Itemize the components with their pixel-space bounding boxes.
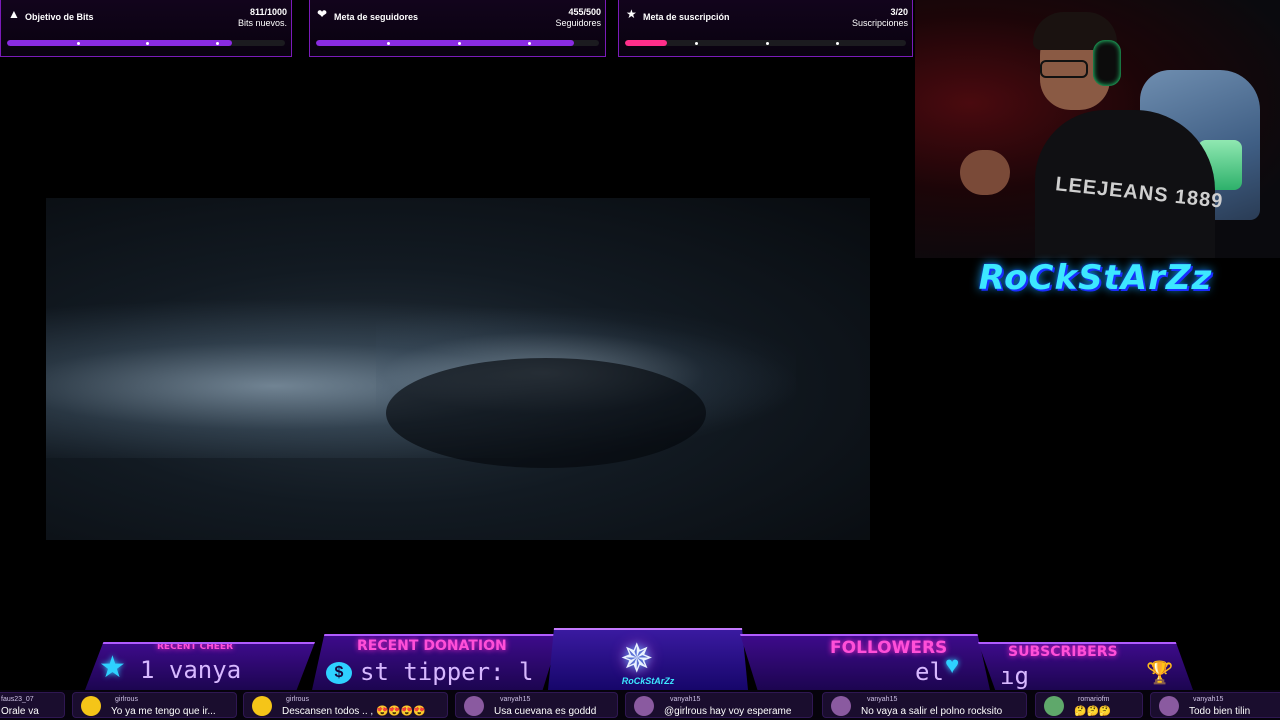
- chat-text: Orale va: [1, 706, 39, 717]
- goal-progress-fill: [625, 40, 668, 46]
- goal-subtitle: Seguidores: [555, 18, 601, 28]
- chat-text: @girlrous hay voy esperame: [664, 706, 792, 717]
- progress-marker: [386, 42, 390, 45]
- chat-message: vanyah15 No vaya a salir el polno rocksi…: [822, 692, 1027, 718]
- chat-message: romariofm 🤔🤔🤔: [1035, 692, 1143, 718]
- video-scene-shadow: [386, 358, 706, 468]
- subscribers-value: ıg: [1000, 662, 1029, 690]
- chat-username: faus23_07: [1, 696, 34, 703]
- avatar: [634, 696, 654, 716]
- progress-marker: [457, 42, 461, 45]
- coin-icon: $: [326, 662, 352, 684]
- goal-progress-bar: [7, 40, 285, 46]
- recent-cheer-value: 1 vanya: [140, 656, 242, 684]
- progress-marker: [765, 42, 769, 45]
- chat-text: Todo bien tilin: [1189, 706, 1251, 717]
- recent-donation-panel: RECENT DONATION $ st tipper: l: [312, 634, 560, 690]
- chat-message: girlrous Yo ya me tengo que ir...: [72, 692, 237, 718]
- heart-icon: ♥: [945, 652, 960, 679]
- chat-text: 🤔🤔🤔: [1074, 706, 1112, 717]
- avatar: [1044, 696, 1064, 716]
- avatar: [252, 696, 272, 716]
- bits-goal-widget: ▲ Objetivo de Bits 811/1000 Bits nuevos.: [0, 0, 292, 57]
- chat-ticker: faus23_07 Orale va girlrous Yo ya me ten…: [0, 690, 1280, 720]
- goal-title: Objetivo de Bits: [25, 12, 94, 22]
- chat-text: Descansen todos .. , 😍😍😍😍: [282, 706, 426, 717]
- recent-cheer-panel: RECENT CHEER ★ 1 vanya: [85, 642, 315, 690]
- chat-username: vanyah15: [500, 696, 531, 703]
- goal-title: Meta de seguidores: [334, 12, 419, 22]
- recent-donation-value: st tipper: l: [360, 658, 534, 686]
- stream-info-bar: RECENT CHEER ★ 1 vanya RECENT DONATION $…: [0, 628, 1280, 690]
- star-icon: ★: [99, 651, 126, 684]
- goal-title: Meta de suscripción: [643, 12, 730, 22]
- chat-username: girlrous: [286, 696, 309, 703]
- chat-message: vanyah15 Todo bien tilin: [1150, 692, 1280, 718]
- subscription-goal-widget: ★ Meta de suscripción 3/20 Suscripciones: [618, 0, 913, 57]
- chat-username: girlrous: [115, 696, 138, 703]
- video-player[interactable]: [46, 198, 870, 540]
- chat-username: romariofm: [1078, 696, 1110, 703]
- avatar: [1159, 696, 1179, 716]
- chat-text: No vaya a salir el polno rocksito: [861, 706, 1003, 717]
- progress-marker: [76, 42, 80, 45]
- progress-marker: [835, 42, 839, 45]
- recent-donation-title: RECENT DONATION: [357, 638, 507, 654]
- star-icon: ★: [626, 7, 637, 21]
- chat-message: faus23_07 Orale va: [0, 692, 65, 718]
- streamer-glasses: [1040, 60, 1088, 78]
- progress-marker: [146, 42, 149, 45]
- progress-marker: [695, 42, 699, 45]
- heart-icon: ❤: [317, 7, 328, 21]
- followers-value: el: [915, 658, 944, 686]
- goal-count: 3/20: [890, 7, 908, 17]
- goal-progress-bar: [625, 40, 906, 46]
- chat-message: girlrous Descansen todos .. , 😍😍😍😍: [243, 692, 448, 718]
- chat-text: Usa cuevana es goddd: [494, 706, 597, 717]
- goal-count: 811/1000: [249, 7, 287, 17]
- goal-progress-bar: [316, 40, 599, 46]
- chat-username: vanyah15: [867, 696, 898, 703]
- chat-message: vanyah15 @girlrous hay voy esperame: [625, 692, 813, 718]
- avatar: [81, 696, 101, 716]
- headset-icon: [1093, 40, 1121, 86]
- avatar: [464, 696, 484, 716]
- chat-text: Yo ya me tengo que ir...: [111, 706, 216, 717]
- webcam-feed: LEEJEANS 1889: [915, 0, 1280, 258]
- triangle-icon: ▲: [8, 7, 20, 21]
- center-logo-panel: ✵ RoCkStArZz: [548, 628, 748, 690]
- channel-logo-text: RoCkStArZz: [978, 258, 1213, 298]
- followers-title: FOLLOWERS: [830, 638, 948, 658]
- recent-cheer-title: RECENT CHEER: [157, 642, 233, 652]
- chat-username: vanyah15: [670, 696, 701, 703]
- streamer-hand: [960, 150, 1010, 195]
- subscribers-panel: SUBSCRIBERS ıg 🏆: [978, 642, 1193, 690]
- center-logo-text: RoCkStArZz: [621, 676, 675, 686]
- goal-progress-fill: [316, 40, 574, 46]
- chat-message: vanyah15 Usa cuevana es goddd: [455, 692, 618, 718]
- trophy-icon: 🏆: [1146, 660, 1174, 685]
- subscribers-title: SUBSCRIBERS: [1008, 644, 1118, 660]
- goal-count: 455/500: [568, 7, 601, 17]
- followers-goal-widget: ❤ Meta de seguidores 455/500 Seguidores: [309, 0, 606, 57]
- goal-subtitle: Bits nuevos.: [237, 18, 287, 28]
- progress-marker: [215, 42, 219, 45]
- chat-username: vanyah15: [1193, 696, 1224, 703]
- goal-progress-fill: [7, 40, 233, 46]
- avatar: [831, 696, 851, 716]
- followers-panel: FOLLOWERS el ♥: [740, 634, 990, 690]
- goal-subtitle: Suscripciones: [851, 18, 908, 28]
